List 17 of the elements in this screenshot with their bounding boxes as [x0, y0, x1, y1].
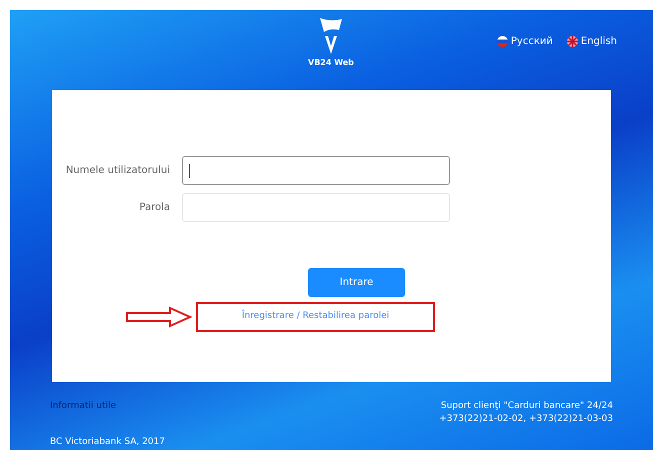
russian-flag-icon	[496, 36, 508, 47]
copyright-text: BC Victoriabank SA, 2017	[49, 436, 166, 449]
logo-icon	[318, 16, 344, 56]
language-link[interactable]: English	[566, 34, 617, 49]
field-label: Numele utilizatorului	[64, 164, 171, 178]
login-button[interactable]: Intrare	[308, 268, 405, 297]
field-label: Parola	[138, 201, 171, 215]
support-text: +373(22)21-02-02, +373(22)21-03-03	[439, 413, 613, 426]
info-link[interactable]: Informatii utile	[50, 400, 116, 426]
british-flag-icon	[566, 36, 578, 47]
logo-text: VB24 Web	[308, 57, 354, 69]
support-text: Suport clienţi "Carduri bancare" 24/24	[440, 400, 613, 413]
text-cursor	[189, 164, 190, 178]
language-link[interactable]: Русский	[496, 34, 553, 49]
register-link[interactable]: Înregistrare / Restabilirea parolei	[242, 310, 390, 324]
annotation-arrow	[126, 306, 192, 328]
input-field[interactable]	[182, 156, 450, 185]
